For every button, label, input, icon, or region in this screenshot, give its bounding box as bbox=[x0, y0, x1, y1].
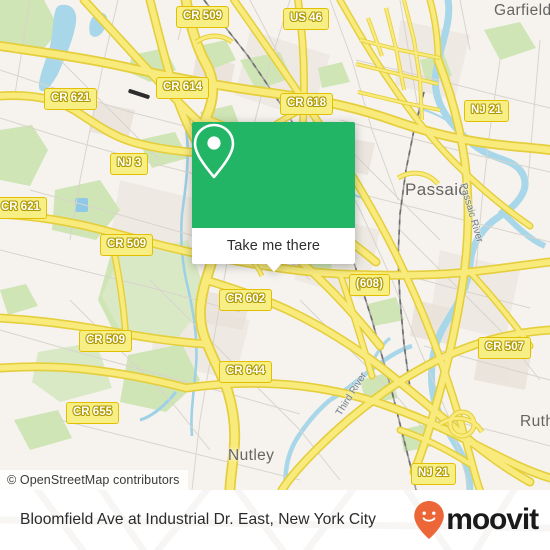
road-shield: NJ 21 bbox=[411, 463, 456, 485]
road-shield: CR 644 bbox=[219, 361, 272, 383]
road-shield: CR 602 bbox=[219, 289, 272, 311]
road-shield: CR 507 bbox=[478, 337, 531, 359]
road-shield: US 46 bbox=[283, 8, 329, 30]
road-shield: NJ 21 bbox=[464, 100, 509, 122]
map-canvas[interactable]: CR 509 US 46 CR 621 CR 614 CR 618 NJ 21 … bbox=[0, 0, 550, 490]
road-shield: CR 621 bbox=[44, 88, 97, 110]
popup-image-area bbox=[192, 122, 355, 228]
footer-bar: Bloomfield Ave at Industrial Dr. East, N… bbox=[0, 490, 550, 550]
road-shield: CR 621 bbox=[0, 197, 47, 219]
moovit-wordmark: moovit bbox=[446, 503, 539, 536]
location-popup[interactable]: Take me there bbox=[192, 122, 355, 272]
map-pin-icon bbox=[193, 123, 235, 179]
map-page: CR 509 US 46 CR 621 CR 614 CR 618 NJ 21 … bbox=[0, 0, 550, 550]
road-shield: CR 618 bbox=[280, 93, 333, 115]
place-label-garfield: Garfield bbox=[494, 2, 550, 19]
place-label-rutherford: Ruth bbox=[520, 413, 550, 430]
place-label-nutley: Nutley bbox=[228, 447, 275, 464]
road-shield: CR 655 bbox=[66, 402, 119, 424]
popup-tail bbox=[265, 263, 282, 272]
page-title: Bloomfield Ave at Industrial Dr. East, N… bbox=[20, 511, 376, 528]
smiling-pin-icon bbox=[414, 501, 445, 539]
road-shield: NJ 3 bbox=[110, 153, 149, 175]
moovit-brand[interactable]: moovit bbox=[413, 500, 539, 540]
road-shield: CR 614 bbox=[156, 77, 209, 99]
take-me-there-label: Take me there bbox=[226, 238, 321, 254]
road-shield: CR 509 bbox=[100, 234, 153, 256]
road-shield: (608) bbox=[349, 274, 390, 296]
osm-attribution[interactable]: © OpenStreetMap contributors bbox=[0, 470, 188, 490]
road-shield: CR 509 bbox=[79, 330, 132, 352]
road-shield: CR 509 bbox=[176, 6, 229, 28]
take-me-there-button[interactable]: Take me there bbox=[192, 228, 355, 272]
